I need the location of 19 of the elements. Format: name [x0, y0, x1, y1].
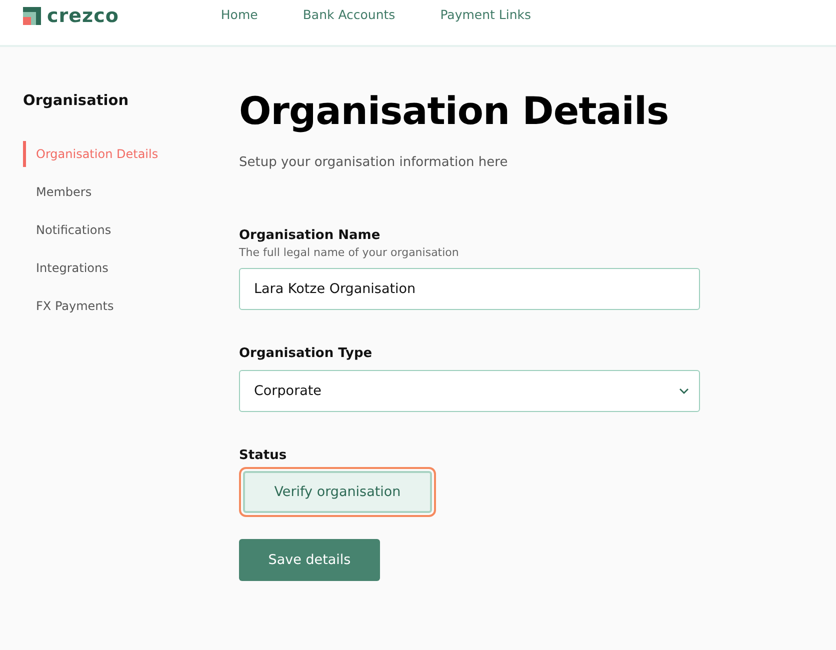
field-label: Organisation Type [239, 346, 374, 361]
select-field[interactable]: Corporate [239, 370, 700, 412]
field-label: Organisation Name [239, 228, 382, 243]
chevron-down-icon [679, 388, 689, 394]
input-field[interactable]: Lara Kotze Organisation [239, 268, 700, 310]
nav-link[interactable]: Bank Accounts [302, 7, 396, 22]
page-title: Organisation Details [239, 89, 670, 133]
nav-link[interactable]: Home [220, 7, 258, 22]
page-subtitle: Setup your organisation information here [239, 155, 509, 170]
logo-text: crezco [47, 4, 119, 26]
sidebar-item[interactable]: Integrations [23, 255, 108, 281]
save-button[interactable]: Save details [239, 539, 380, 581]
sidebar-item[interactable]: FX Payments [23, 293, 114, 319]
sidebar-item[interactable]: Notifications [23, 217, 112, 243]
field-label: Status [239, 448, 288, 463]
nav-link[interactable]: Payment Links [440, 7, 531, 22]
sidebar-title: Organisation [23, 93, 130, 109]
field-hint: The full legal name of your organisation [239, 246, 460, 259]
sidebar-item[interactable]: Members [23, 179, 92, 205]
